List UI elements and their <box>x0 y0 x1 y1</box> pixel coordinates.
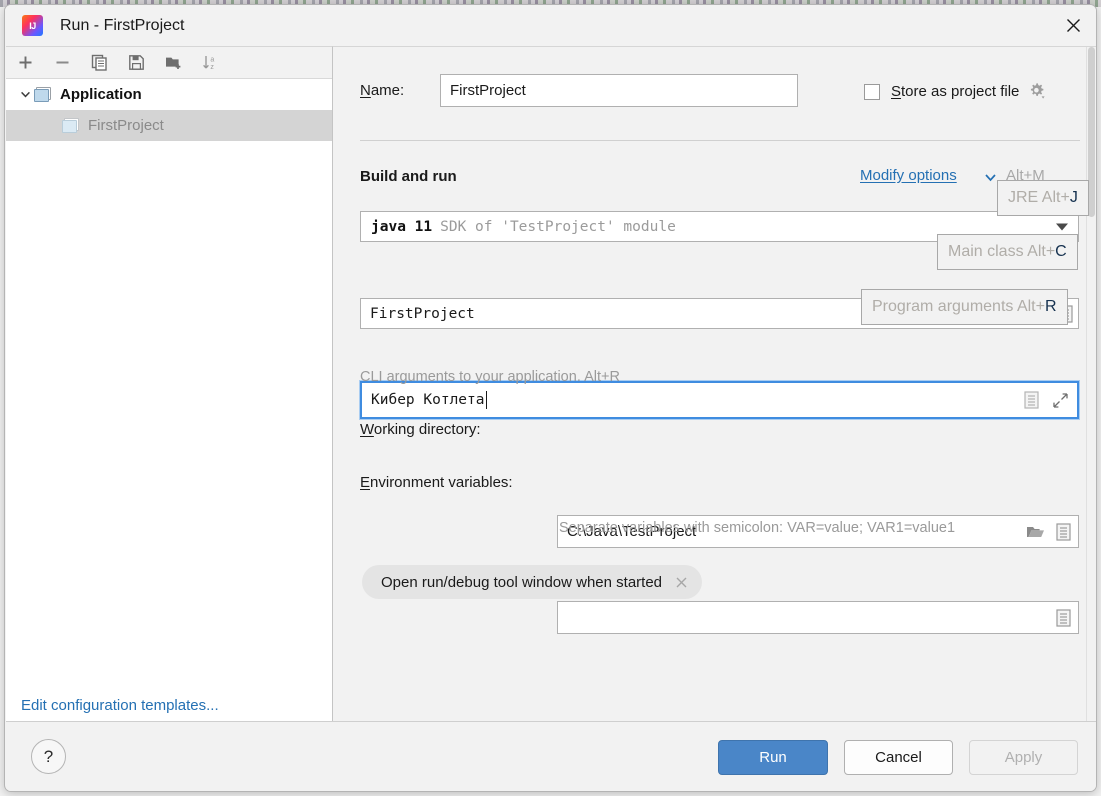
sort-alpha-icon: a z <box>202 54 219 71</box>
main-class-shortcut-key: C <box>1055 243 1067 260</box>
name-label: Name: <box>360 82 405 99</box>
folder-open-icon[interactable] <box>1026 523 1045 540</box>
list-expand-icon[interactable] <box>1056 608 1071 627</box>
svg-text:a: a <box>210 57 214 64</box>
environment-variables-field-icons <box>1056 602 1071 633</box>
save-configuration-button[interactable] <box>126 53 146 73</box>
option-chip-label: Open run/debug tool window when started <box>381 573 663 591</box>
run-button-label: Run <box>759 749 787 766</box>
close-small-icon[interactable] <box>675 576 688 589</box>
jre-description: SDK of 'TestProject' module <box>440 218 676 235</box>
jre-shortcut-tip: JRE Alt+ J <box>997 180 1089 216</box>
main-class-value: FirstProject <box>370 305 475 322</box>
program-arguments-shortcut-prefix: Program arguments Alt+ <box>872 298 1045 315</box>
section-divider <box>360 140 1080 141</box>
cancel-button[interactable]: Cancel <box>844 740 953 775</box>
jre-shortcut-key: J <box>1069 189 1078 206</box>
name-input[interactable]: FirstProject <box>440 74 798 107</box>
application-icon <box>34 87 51 102</box>
store-as-project-file-row: Store as project file <box>864 82 1047 101</box>
working-directory-field-icons <box>1026 516 1071 547</box>
remove-configuration-button[interactable] <box>52 53 72 73</box>
configuration-form: Name: FirstProject Store as project file <box>333 46 1096 730</box>
sort-configurations-button[interactable]: a z <box>200 53 220 73</box>
copy-configuration-button[interactable] <box>89 53 109 73</box>
configurations-tree: Application FirstProject <box>6 79 332 141</box>
store-as-project-file-label: Store as project file <box>891 83 1020 100</box>
add-configuration-button[interactable] <box>15 53 35 73</box>
intellij-idea-icon <box>22 15 43 36</box>
chevron-down-icon[interactable] <box>983 171 998 189</box>
content-scrollbar-thumb[interactable] <box>1088 47 1095 217</box>
close-icon <box>1066 18 1081 33</box>
tree-item-firstproject[interactable]: FirstProject <box>6 110 332 141</box>
dialog-footer: ? Run Cancel Apply <box>6 721 1096 791</box>
program-arguments-value: Кибер Котлета <box>371 392 485 408</box>
list-expand-icon[interactable] <box>1024 391 1039 409</box>
working-directory-label: Working directory: <box>360 421 481 438</box>
main-class-shortcut-tip: Main class Alt+ C <box>937 234 1078 270</box>
environment-variables-hint: Separate variables with semicolon: VAR=v… <box>559 520 956 536</box>
environment-variables-row: Environment variables: <box>360 474 513 491</box>
jre-shortcut-prefix: JRE Alt+ <box>1008 189 1070 206</box>
run-button[interactable]: Run <box>718 740 828 775</box>
program-arguments-shortcut-key: R <box>1044 298 1057 315</box>
content-scrollbar[interactable] <box>1086 47 1096 730</box>
configurations-toolbar: a z <box>6 47 332 79</box>
program-arguments-shortcut-tip: Program arguments Alt+ R <box>861 289 1068 325</box>
folder-add-icon <box>165 54 182 71</box>
program-arguments-hint: CLI arguments to your application. Alt+R <box>360 369 620 385</box>
copy-icon <box>91 54 108 71</box>
expand-diagonal-icon[interactable] <box>1052 392 1069 409</box>
new-folder-button[interactable] <box>163 53 183 73</box>
section-title-build-and-run: Build and run <box>360 168 457 185</box>
option-chip-open-run-debug-tool-window[interactable]: Open run/debug tool window when started <box>362 565 703 599</box>
chevron-down-icon <box>16 86 34 104</box>
list-expand-icon[interactable] <box>1056 522 1071 541</box>
close-button[interactable] <box>1050 5 1096 45</box>
svg-text:z: z <box>210 64 214 71</box>
cancel-button-label: Cancel <box>875 749 922 766</box>
edit-configuration-templates-label: Edit configuration templates... <box>21 696 219 714</box>
apply-button[interactable]: Apply <box>969 740 1078 775</box>
help-button[interactable]: ? <box>31 739 66 774</box>
dropdown-arrow-icon[interactable] <box>1056 223 1068 230</box>
main-class-shortcut-prefix: Main class Alt+ <box>948 243 1056 260</box>
name-input-value: FirstProject <box>450 82 526 99</box>
minus-icon <box>54 54 71 71</box>
tree-group-application[interactable]: Application <box>6 79 332 110</box>
text-caret <box>485 391 487 409</box>
run-configuration-dialog: Run - FirstProject <box>4 4 1097 792</box>
environment-variables-label: Environment variables: <box>360 474 513 491</box>
name-row: Name: <box>360 82 404 99</box>
screen-root: Run - FirstProject <box>0 0 1101 796</box>
program-arguments-field-icons <box>1024 383 1069 417</box>
environment-variables-input[interactable] <box>557 601 1079 634</box>
save-icon <box>128 54 145 71</box>
program-arguments-input[interactable]: Кибер Котлета <box>359 380 1080 420</box>
gear-dropdown-icon[interactable] <box>1028 82 1047 101</box>
modify-options-link[interactable]: Modify options <box>860 167 957 184</box>
dialog-title: Run - FirstProject <box>60 16 185 34</box>
application-icon <box>62 118 79 133</box>
apply-button-label: Apply <box>1004 749 1043 766</box>
configurations-panel: a z Application FirstProject Edit config… <box>6 46 333 730</box>
jre-version: java 11 <box>371 218 433 235</box>
plus-icon <box>17 54 34 71</box>
tree-item-label: FirstProject <box>88 117 164 134</box>
working-directory-row: Working directory: <box>360 421 481 438</box>
dialog-titlebar: Run - FirstProject <box>5 5 1096 46</box>
help-label: ? <box>43 746 54 766</box>
store-as-project-file-checkbox[interactable] <box>864 83 880 100</box>
tree-group-label: Application <box>60 86 142 103</box>
